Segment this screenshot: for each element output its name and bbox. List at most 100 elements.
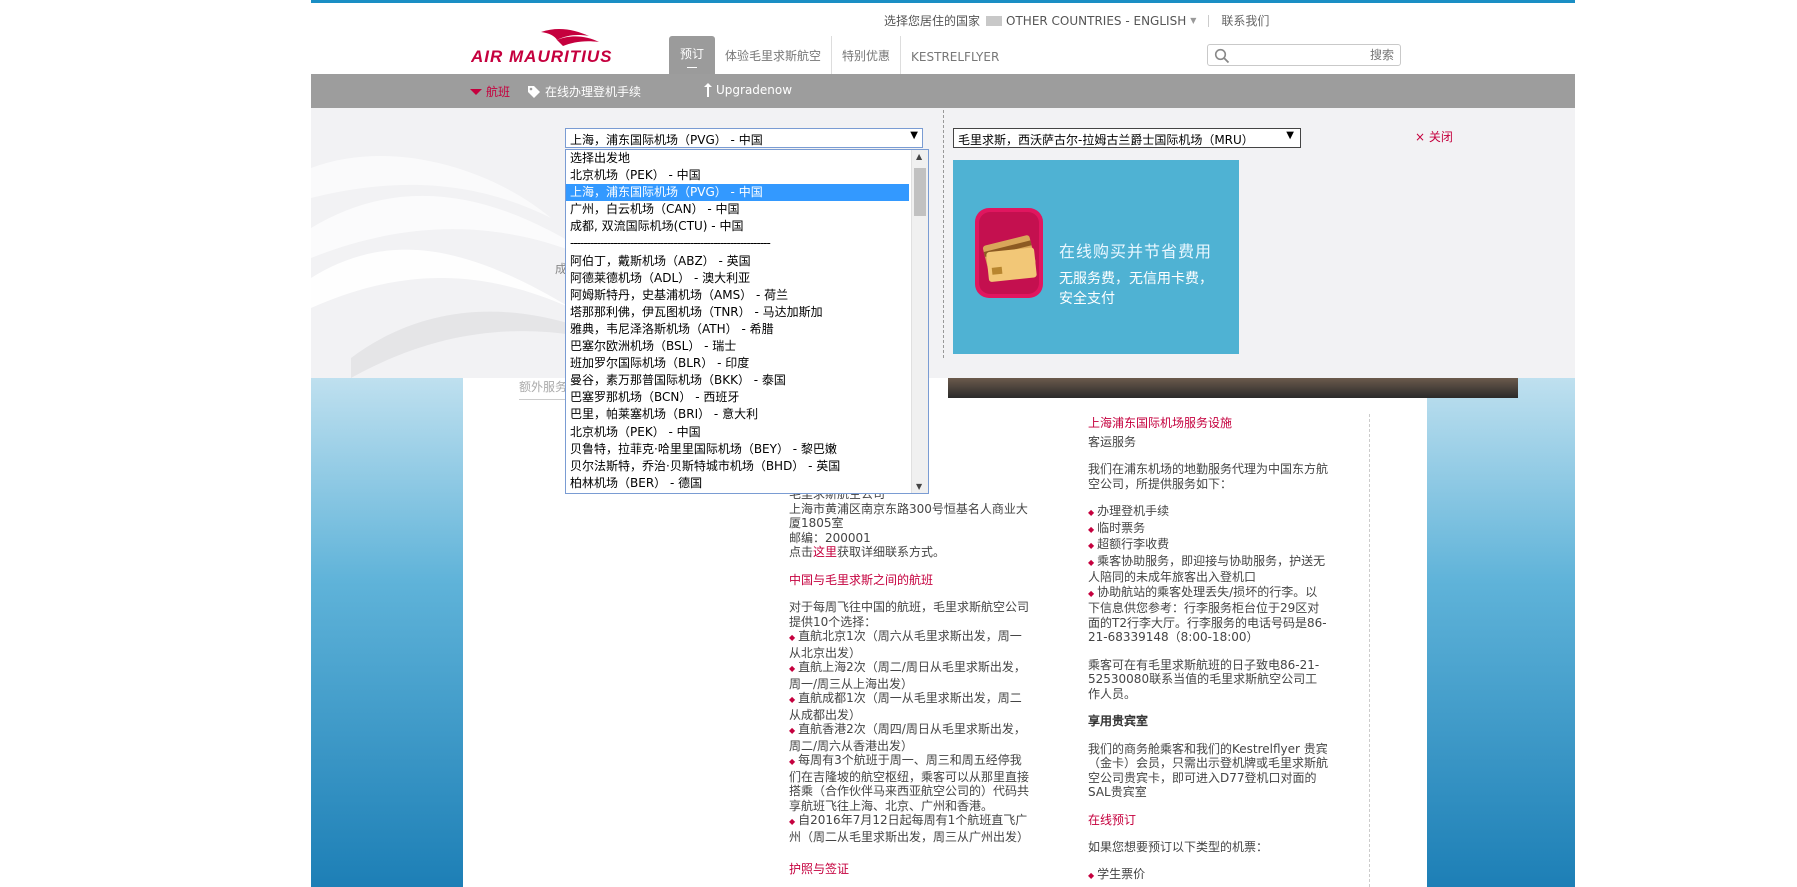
sea-background-right [1427, 378, 1575, 887]
close-icon: × [1415, 130, 1429, 144]
list-item: 办理登机手续 [1088, 504, 1328, 521]
origin-option[interactable]: 阿姆斯特丹，史基浦机场（AMS） - 荷兰 [566, 287, 909, 304]
close-button[interactable]: × 关闭 [1415, 128, 1453, 145]
list-item: 自2016年7月12日起每周有1个航班直飞广州（周二从毛里求斯出发，周三从广州出… [789, 813, 1029, 844]
list-item: 学生票价 [1088, 867, 1328, 884]
lounge-heading: 享用贵宾室 [1088, 714, 1149, 728]
origin-option[interactable]: 阿德莱德机场（ADL） - 澳大利亚 [566, 270, 909, 287]
content-column-right: 上海浦东国际机场服务设施 客运服务 我们在浦东机场的地勤服务代理为中国东方航空公… [1088, 416, 1328, 887]
nav-offers[interactable]: 特别优惠 [832, 36, 902, 74]
click-suffix: 获取详细联系方式。 [837, 545, 946, 559]
svg-text:AIR MAURITIUS: AIR MAURITIUS [471, 47, 612, 66]
origin-option[interactable]: 巴塞罗那机场（BCN） - 西班牙 [566, 389, 909, 406]
list-item: 乘客协助服务，即迎接与协助服务，护送无人陪同的未成年旅客出入登机口 [1088, 554, 1328, 585]
nav-book[interactable]: 预订 [669, 36, 716, 74]
scroll-down-icon[interactable]: ▼ [916, 482, 922, 491]
origin-option[interactable]: 塔那那利佛，伊瓦图机场（TNR） - 马达加斯加 [566, 304, 909, 321]
country-selector[interactable]: OTHER COUNTRIES - ENGLISH [1006, 14, 1186, 28]
credit-card-icon [975, 208, 1043, 298]
flights-intro: 对于每周飞往中国的航班，毛里求斯航空公司提供10个选择： [789, 600, 1030, 629]
origin-option[interactable]: 阿伯丁，戴斯机场（ABZ） - 英国 [566, 253, 909, 270]
subnav-flights-label: 航班 [486, 85, 511, 99]
utility-bar: 选择您居住的国家 OTHER COUNTRIES - ENGLISH ▼ 联系我… [884, 12, 1269, 29]
option-separator: ----------------------------------------… [570, 236, 771, 251]
scroll-up-icon[interactable]: ▲ [916, 152, 922, 161]
divider [1208, 14, 1210, 27]
flag-icon [986, 15, 1003, 26]
search-input[interactable] [1234, 47, 1394, 63]
promo-line1: 无服务费，无信用卡费， [1059, 271, 1213, 287]
origin-option[interactable]: 雅典，韦尼泽洛斯机场（ATH） - 希腊 [566, 321, 909, 338]
origin-select[interactable]: 上海，浦东国际机场（PVG） - 中国 ▼ [565, 128, 923, 148]
origin-option[interactable]: 选择出发地 [566, 150, 909, 167]
address-block: 毛里求斯航空公司 上海市黄浦区南京东路300号恒基名人商业大厦1805室 邮编：… [789, 487, 1029, 560]
sea-background-left [311, 378, 463, 887]
services-paragraph: 我们在浦东机场的地勤服务代理为中国东方航空公司，所提供服务如下： [1088, 462, 1329, 491]
chevron-down-icon[interactable]: ▼ [1190, 16, 1196, 25]
contact-link[interactable]: 联系我们 [1221, 12, 1269, 29]
dropdown-arrow-icon[interactable]: ▼ [1286, 130, 1294, 141]
passenger-services-sub: 客运服务 [1088, 434, 1137, 449]
list-item: 直航北京1次（周六从毛里求斯出发，周一从北京出发） [789, 629, 1029, 660]
list-item: 临时票务 [1088, 521, 1328, 538]
origin-option[interactable]: 上海，浦东国际机场（PVG） - 中国 [566, 184, 909, 202]
online-intro: 如果您想要预订以下类型的机票： [1088, 840, 1269, 854]
subnav-checkin[interactable]: 在线办理登机手续 [527, 83, 641, 100]
list-item: 直航成都1次（周一从毛里求斯出发，周二从成都出发） [789, 691, 1029, 722]
origin-option[interactable]: 曼谷，素万那普国际机场（BKK） - 泰国 [566, 372, 909, 389]
search-icon[interactable] [1214, 48, 1230, 64]
origin-option[interactable]: 成都, 双流国际机场(CTU) - 中国 [566, 218, 909, 235]
origin-option[interactable]: 北京机场（PEK） - 中国 [566, 167, 909, 184]
origin-select-value: 上海，浦东国际机场（PVG） - 中国 [570, 133, 763, 147]
chevron-down-icon [470, 88, 482, 95]
origin-option[interactable]: 班加罗尔国际机场（BLR） - 印度 [566, 355, 909, 372]
list-item: 直航上海2次（周二/周日从毛里求斯出发，周一/周三从上海出发） [789, 660, 1029, 691]
dropdown-arrow-icon[interactable]: ▼ [910, 130, 918, 141]
promo-banner[interactable]: 在线购买并节省费用 无服务费，无信用卡费， 安全支付 [953, 160, 1239, 354]
list-item: 超额行李收费 [1088, 537, 1328, 554]
promo-line2: 安全支付 [1059, 291, 1115, 307]
harbor-image-strip [948, 378, 1518, 398]
column-divider [1369, 414, 1370, 887]
origin-option[interactable]: 广州，白云机场（CAN） - 中国 [566, 201, 909, 218]
subnav-flights[interactable]: 航班 [469, 83, 510, 100]
destination-select-value: 毛里求斯，西沃萨古尔-拉姆古兰爵士国际机场（MRU） [958, 133, 1254, 147]
main-nav: 预订 体验毛里求斯航空 特别优惠 KESTRELFLYER [669, 36, 1009, 74]
origin-option[interactable]: 贝鲁特，拉菲克·哈里里国际机场（BEY） - 黎巴嫩 [566, 441, 909, 458]
content-column-middle: 咨询相关服务信息。 地址是： 毛里求斯航空公司 上海市黄浦区南京东路300号恒基… [757, 436, 1030, 887]
origin-option[interactable]: 巴塞尔欧洲机场（BSL） - 瑞士 [566, 338, 909, 355]
nav-experience[interactable]: 体验毛里求斯航空 [715, 36, 833, 74]
scrollbar[interactable]: ▲ ▼ [911, 150, 928, 493]
lounge-paragraph: 我们的商务舱乘客和我们的Kestrelflyer 贵宾（金卡）会员，只需出示登机… [1088, 741, 1329, 800]
close-label: 关闭 [1428, 130, 1453, 144]
services-list: 办理登机手续 临时票务 超额行李收费 乘客协助服务，即迎接与协助服务，护送无人陪… [1088, 504, 1328, 645]
origin-option[interactable]: 贝尔法斯特，乔治·贝斯特城市机场（BHD） - 英国 [566, 458, 909, 475]
address-line: 邮编：200001 [789, 530, 871, 545]
online-paragraph: 如果您想要预订以下类型的机票： 学生票价 [1088, 840, 1328, 883]
list-item: 直航香港2次（周四/周日从毛里求斯出发，周二/周六从香港出发） [789, 722, 1029, 753]
panel-divider [943, 110, 944, 358]
destination-select[interactable]: 毛里求斯，西沃萨古尔-拉姆古兰爵士国际机场（MRU） ▼ [953, 128, 1301, 148]
passport-visa-link[interactable]: 护照与签证 [789, 862, 1029, 877]
contact-paragraph: 乘客可在有毛里求斯航班的日子致电86-21-52530080联系当值的毛里求斯航… [1088, 657, 1320, 701]
region-label: 选择您居住的国家 [884, 14, 981, 28]
here-link[interactable]: 这里 [813, 545, 837, 559]
promo-title: 在线购买并节省费用 [1059, 242, 1213, 261]
online-booking-heading[interactable]: 在线预订 [1088, 813, 1328, 828]
list-item: 协助航站的乘客处理丢失/损坏的行李。以下信息供您参考：行李服务柜台位于29区对面… [1088, 585, 1328, 645]
tag-icon [528, 85, 540, 98]
subnav-upgrade[interactable]: Upgradenow [704, 83, 792, 97]
section-heading: 中国与毛里求斯之间的航班 [789, 572, 934, 587]
scroll-thumb[interactable] [914, 168, 926, 216]
section-heading: 上海浦东国际机场服务设施 [1088, 416, 1233, 430]
subnav-upgrade-label: Upgradenow [716, 83, 793, 97]
address-line: 上海市黄浦区南京东路300号恒基名人商业大厦1805室 [789, 501, 1028, 531]
search-box[interactable] [1207, 44, 1401, 66]
origin-option[interactable]: 巴里，帕莱塞机场（BRI） - 意大利 [566, 406, 909, 423]
click-prefix: 点击 [789, 545, 814, 559]
origin-dropdown-list[interactable]: 选择出发地 北京机场（PEK） - 中国 上海，浦东国际机场（PVG） - 中国 广州… [565, 149, 929, 494]
air-mauritius-logo[interactable]: AIR MAURITIUS [470, 26, 631, 66]
origin-option[interactable]: 北京机场（PEK） - 中国 [566, 424, 909, 441]
nav-kestrelflyer[interactable]: KESTRELFLYER [901, 36, 1009, 74]
origin-option[interactable]: 柏林机场（BER） - 德国 [566, 475, 909, 492]
